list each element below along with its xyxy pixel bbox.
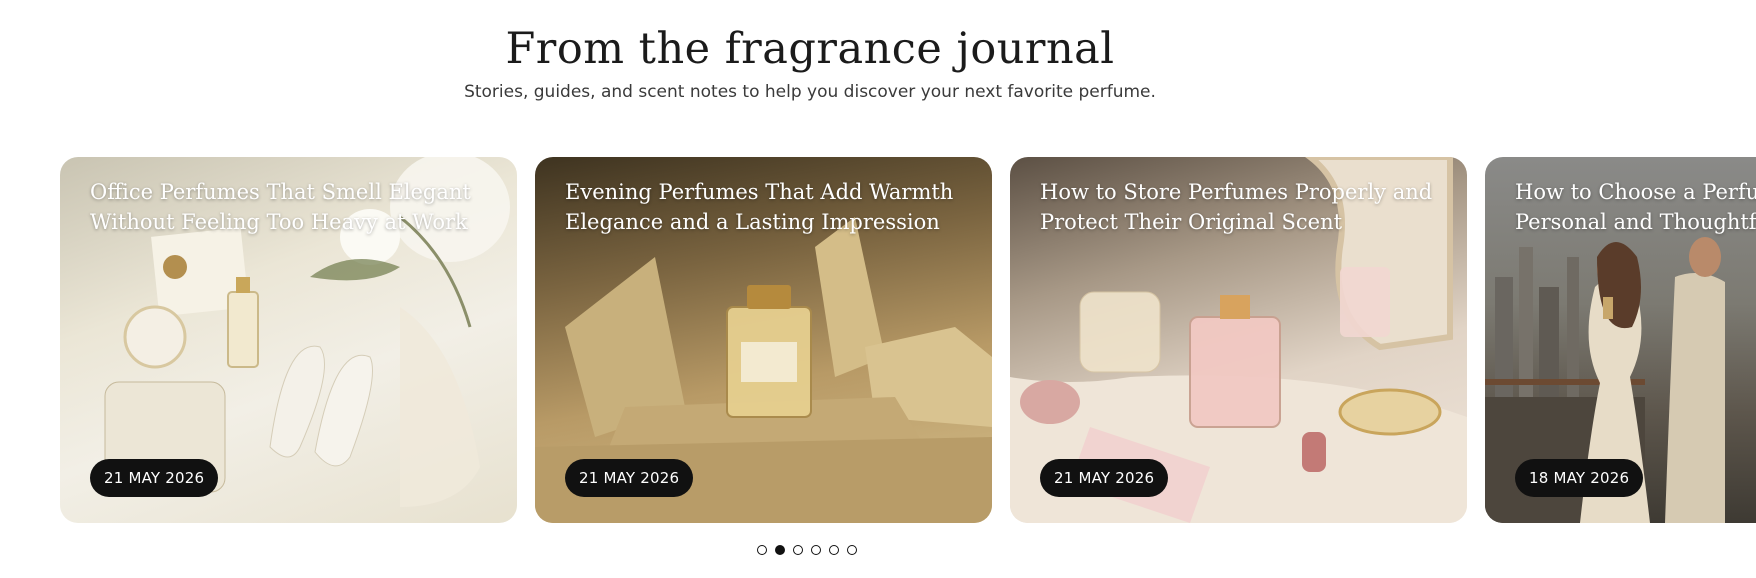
pagination-dot[interactable] xyxy=(757,545,767,555)
journal-card-choose-perfume[interactable]: How to Choose a Perfume That Feels Perso… xyxy=(1485,157,1756,523)
journal-card-office-perfumes[interactable]: Office Perfumes That Smell Elegant Witho… xyxy=(60,157,517,523)
card-title[interactable]: How to Store Perfumes Properly and Prote… xyxy=(1040,177,1447,237)
card-date-badge: 21 MAY 2026 xyxy=(1040,459,1169,497)
journal-card-store-perfumes[interactable]: How to Store Perfumes Properly and Prote… xyxy=(1010,157,1467,523)
card-date-badge: 21 MAY 2026 xyxy=(565,459,694,497)
section-subheading: Stories, guides, and scent notes to help… xyxy=(464,82,1156,102)
card-title[interactable]: Evening Perfumes That Add Warmth Eleganc… xyxy=(565,177,972,237)
card-date-badge: 18 MAY 2026 xyxy=(1515,459,1644,497)
pagination-dot[interactable] xyxy=(811,545,821,555)
card-date-badge: 21 MAY 2026 xyxy=(90,459,219,497)
pagination-dot[interactable] xyxy=(793,545,803,555)
pagination-dot-active[interactable] xyxy=(775,545,785,555)
pagination-dot[interactable] xyxy=(829,545,839,555)
card-title[interactable]: Office Perfumes That Smell Elegant Witho… xyxy=(90,177,497,237)
journal-card-evening-perfumes[interactable]: Evening Perfumes That Add Warmth Eleganc… xyxy=(535,157,992,523)
card-title[interactable]: How to Choose a Perfume That Feels Perso… xyxy=(1515,177,1756,237)
journal-carousel[interactable]: Office Perfumes That Smell Elegant Witho… xyxy=(60,157,1756,523)
carousel-pagination xyxy=(757,545,857,555)
section-heading: From the fragrance journal xyxy=(505,24,1115,74)
pagination-dot[interactable] xyxy=(847,545,857,555)
